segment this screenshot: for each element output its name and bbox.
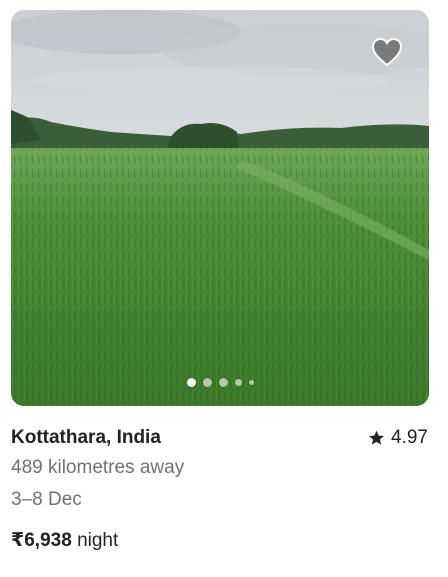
listing-location: Kottathara, India <box>11 427 161 448</box>
wishlist-button[interactable] <box>369 34 405 70</box>
carousel-indicator <box>11 378 429 387</box>
rating-value: 4.97 <box>391 427 428 448</box>
star-icon <box>369 430 384 445</box>
listing-distance: 489 kilometres away <box>11 457 185 478</box>
carousel-dot[interactable] <box>248 380 254 385</box>
listing-info: Kottathara, India 4.97 489 kilometres aw… <box>11 424 428 552</box>
paddy-field-image <box>11 10 429 406</box>
carousel-dot[interactable] <box>202 378 212 387</box>
listing-dates: 3–8 Dec <box>11 489 82 510</box>
listing-card[interactable]: Kottathara, India 4.97 489 kilometres aw… <box>0 0 448 577</box>
price-unit: night <box>77 530 119 551</box>
listing-price: ₹6,938 night <box>11 529 428 552</box>
carousel-dot[interactable] <box>218 378 228 387</box>
price-amount: ₹6,938 <box>11 530 72 551</box>
carousel-dot[interactable] <box>186 378 196 387</box>
heart-icon <box>371 37 403 67</box>
listing-rating: 4.97 <box>368 427 428 449</box>
carousel-dot[interactable] <box>234 379 242 386</box>
listing-photo[interactable] <box>11 10 429 406</box>
